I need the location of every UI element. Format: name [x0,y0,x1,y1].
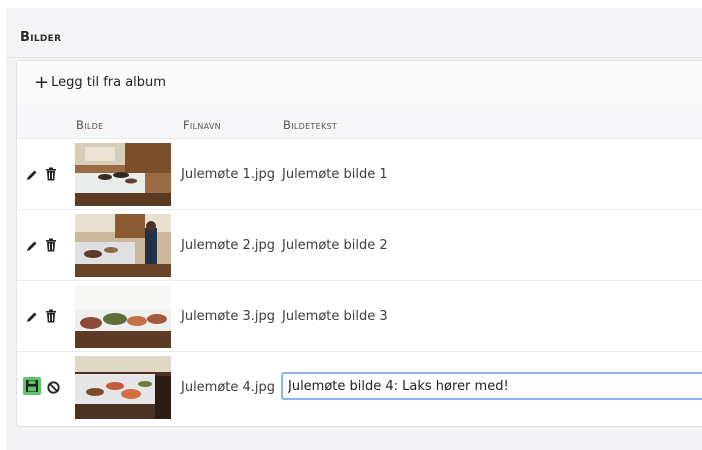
trash-icon[interactable] [45,308,57,327]
image-thumbnail[interactable] [75,285,171,348]
image-thumbnail[interactable] [75,143,171,206]
pencil-icon[interactable] [25,309,39,328]
column-header-image: Bilde [76,118,104,132]
trash-icon[interactable] [45,166,57,185]
image-thumbnail[interactable] [75,356,171,419]
add-from-album-label: Legg til fra album [51,75,166,90]
table-header: Bilde Filnavn Bildetekst [17,105,702,139]
section-header: Bilder [6,8,702,58]
table-row: Julemøte 1.jpg Julemøte bilde 1 [17,139,702,210]
pencil-icon[interactable] [25,167,39,186]
plus-icon: + [34,71,50,93]
save-icon[interactable] [23,377,41,399]
image-thumbnail[interactable] [75,214,171,277]
row-actions [23,306,75,328]
column-header-caption: Bildetekst [283,118,338,132]
row-actions [23,164,75,186]
table-row: Julemøte 2.jpg Julemøte bilde 2 [17,210,702,281]
filename-cell: Julemøte 1.jpg [181,167,276,182]
row-edit-actions [23,377,75,399]
caption-cell: Julemøte bilde 2 [282,238,388,253]
add-from-album-button[interactable]: + Legg til fra album [34,71,166,93]
image-table-card: + Legg til fra album Bilde Filnavn Bilde… [16,60,702,427]
filename-cell: Julemøte 4.jpg [181,380,276,395]
filename-cell: Julemøte 3.jpg [181,309,276,324]
filename-cell: Julemøte 2.jpg [181,238,276,253]
trash-icon[interactable] [45,237,57,256]
column-header-filename: Filnavn [183,118,221,132]
caption-input[interactable] [281,372,702,400]
bilder-panel: Bilder + Legg til fra album Bilde Filnav… [6,8,702,450]
caption-cell: Julemøte bilde 1 [282,167,388,182]
section-title: Bilder [20,30,62,45]
pencil-icon[interactable] [25,238,39,257]
toolbar: + Legg til fra album [17,61,702,105]
cancel-icon[interactable] [47,379,60,398]
table-row: Julemøte 3.jpg Julemøte bilde 3 [17,281,702,352]
table-row-editing: Julemøte 4.jpg [17,352,702,423]
row-actions [23,235,75,257]
caption-cell: Julemøte bilde 3 [282,309,388,324]
